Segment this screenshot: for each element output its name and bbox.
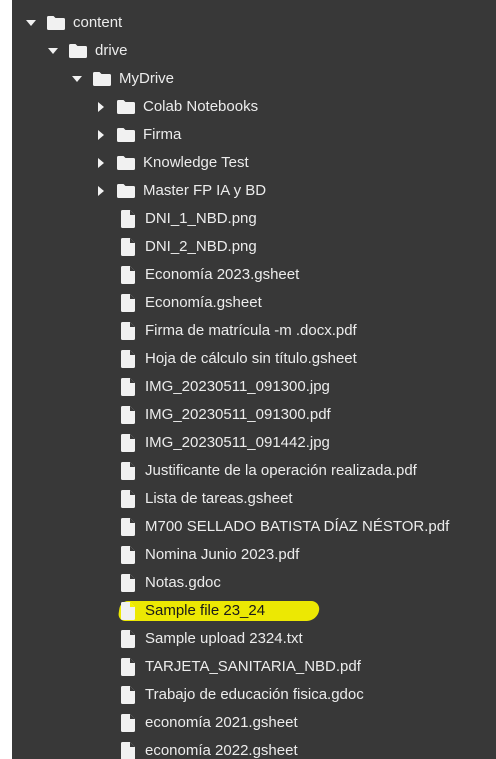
file-label: economía 2021.gsheet — [145, 714, 298, 731]
tree-node-label: Colab Notebooks — [143, 98, 259, 115]
file-label: Hoja de cálculo sin título.gsheet — [145, 350, 357, 367]
caret-right-icon[interactable] — [93, 183, 109, 199]
tree-node-drive[interactable]: drive — [12, 37, 496, 65]
tree-file[interactable]: IMG_20230511_091300.pdf — [12, 401, 496, 429]
file-icon — [121, 462, 135, 480]
folder-icon — [117, 128, 135, 142]
file-label: Sample upload 2324.txt — [145, 630, 303, 647]
tree-file-highlighted[interactable]: Sample file 23_24 — [12, 597, 496, 625]
tree-node-label: drive — [95, 42, 128, 59]
file-icon — [121, 602, 135, 620]
tree-file[interactable]: economía 2021.gsheet — [12, 709, 496, 737]
file-label: IMG_20230511_091300.pdf — [145, 406, 331, 423]
file-icon — [121, 294, 135, 312]
file-tree: content drive MyDrive Colab Notebooks Fi… — [12, 9, 496, 759]
tree-file[interactable]: Nomina Junio 2023.pdf — [12, 541, 496, 569]
file-icon — [121, 658, 135, 676]
folder-icon — [117, 100, 135, 114]
tree-file[interactable]: IMG_20230511_091300.jpg — [12, 373, 496, 401]
file-icon — [121, 434, 135, 452]
file-icon — [121, 630, 135, 648]
file-label: Notas.gdoc — [145, 574, 221, 591]
tree-file[interactable]: DNI_1_NBD.png — [12, 205, 496, 233]
file-icon — [121, 490, 135, 508]
file-icon — [121, 238, 135, 256]
file-icon — [121, 518, 135, 536]
tree-file[interactable]: Economía.gsheet — [12, 289, 496, 317]
tree-folder-master-fp[interactable]: Master FP IA y BD — [12, 177, 496, 205]
tree-folder-firma[interactable]: Firma — [12, 121, 496, 149]
folder-icon — [117, 156, 135, 170]
folder-icon — [69, 44, 87, 58]
tree-file[interactable]: Economía 2023.gsheet — [12, 261, 496, 289]
tree-file[interactable]: Sample upload 2324.txt — [12, 625, 496, 653]
tree-node-label: Knowledge Test — [143, 154, 249, 171]
file-browser-panel: content drive MyDrive Colab Notebooks Fi… — [12, 0, 496, 759]
folder-icon — [47, 16, 65, 30]
tree-file[interactable]: Firma de matrícula -m .docx.pdf — [12, 317, 496, 345]
caret-right-icon[interactable] — [93, 155, 109, 171]
caret-right-icon[interactable] — [93, 99, 109, 115]
file-label: TARJETA_SANITARIA_NBD.pdf — [145, 658, 361, 675]
file-icon — [121, 322, 135, 340]
file-label: IMG_20230511_091300.jpg — [145, 378, 330, 395]
folder-icon — [117, 184, 135, 198]
file-label: Lista de tareas.gsheet — [145, 490, 293, 507]
caret-right-icon[interactable] — [93, 127, 109, 143]
file-icon — [121, 686, 135, 704]
tree-folder-knowledge-test[interactable]: Knowledge Test — [12, 149, 496, 177]
tree-node-label: MyDrive — [119, 70, 174, 87]
file-label: Trabajo de educación fisica.gdoc — [145, 686, 364, 703]
file-label: economía 2022.gsheet — [145, 742, 298, 759]
file-label: Economía 2023.gsheet — [145, 266, 300, 283]
tree-file[interactable]: Hoja de cálculo sin título.gsheet — [12, 345, 496, 373]
file-label: Firma de matrícula -m .docx.pdf — [145, 322, 357, 339]
tree-node-content[interactable]: content — [12, 9, 496, 37]
file-icon — [121, 742, 135, 759]
tree-node-mydrive[interactable]: MyDrive — [12, 65, 496, 93]
tree-node-label: Master FP IA y BD — [143, 182, 267, 199]
caret-down-icon[interactable] — [23, 15, 39, 31]
file-label: Economía.gsheet — [145, 294, 262, 311]
file-label: IMG_20230511_091442.jpg — [145, 434, 330, 451]
tree-file[interactable]: IMG_20230511_091442.jpg — [12, 429, 496, 457]
tree-file[interactable]: economía 2022.gsheet — [12, 737, 496, 759]
file-icon — [121, 378, 135, 396]
file-label: DNI_2_NBD.png — [145, 238, 257, 255]
tree-file[interactable]: Notas.gdoc — [12, 569, 496, 597]
caret-down-icon[interactable] — [45, 43, 61, 59]
file-icon — [121, 210, 135, 228]
file-label: Justificante de la operación realizada.p… — [145, 462, 417, 479]
tree-folder-colab-notebooks[interactable]: Colab Notebooks — [12, 93, 496, 121]
file-icon — [121, 406, 135, 424]
file-label: M700 SELLADO BATISTA DÍAZ NÉSTOR.pdf — [145, 518, 450, 535]
file-icon — [121, 714, 135, 732]
file-label: DNI_1_NBD.png — [145, 210, 257, 227]
tree-file[interactable]: Lista de tareas.gsheet — [12, 485, 496, 513]
caret-down-icon[interactable] — [69, 71, 85, 87]
tree-file[interactable]: TARJETA_SANITARIA_NBD.pdf — [12, 653, 496, 681]
tree-node-label: Firma — [143, 126, 182, 143]
tree-file[interactable]: Trabajo de educación fisica.gdoc — [12, 681, 496, 709]
file-icon — [121, 546, 135, 564]
tree-file[interactable]: M700 SELLADO BATISTA DÍAZ NÉSTOR.pdf — [12, 513, 496, 541]
folder-icon — [93, 72, 111, 86]
tree-node-label: content — [73, 14, 123, 31]
tree-file[interactable]: DNI_2_NBD.png — [12, 233, 496, 261]
tree-file[interactable]: Justificante de la operación realizada.p… — [12, 457, 496, 485]
file-label: Sample file 23_24 — [145, 602, 266, 619]
file-icon — [121, 574, 135, 592]
file-icon — [121, 266, 135, 284]
file-icon — [121, 350, 135, 368]
file-label: Nomina Junio 2023.pdf — [145, 546, 300, 563]
